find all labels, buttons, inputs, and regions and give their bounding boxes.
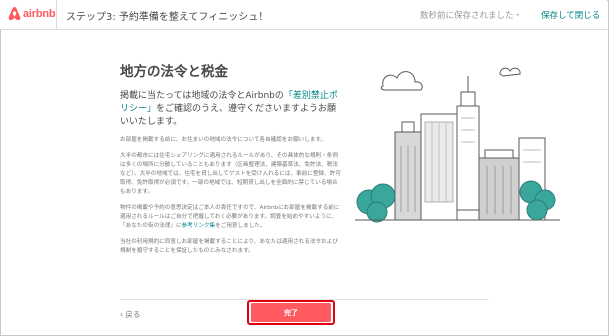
airbnb-logo[interactable]: airbnb [8,6,56,21]
paragraph-1: お部屋を掲載する前に、お住まいの地域の法令について各自確認をお願いします。 [120,137,327,143]
done-button-label: 完了 [284,308,298,317]
city-buildings-illustration [355,67,560,223]
page-title: 地方の法令と税金 [120,64,228,80]
back-link[interactable]: ‹ 戻る [120,309,140,320]
saved-status: 数秒前に保存されました・ [420,11,523,21]
reference-links-link[interactable]: 参考リンク集 [182,223,216,229]
paragraph-2: 大半の都市には住宅シェアリングに適用されるルールがあり、その具体的な規則・条例は… [120,153,341,195]
done-button[interactable]: 完了 [251,303,331,322]
airbnb-logo-icon [8,7,21,21]
lead-text-part1: 掲載に当たっては地域の法令とAirbnbの [120,91,284,101]
paragraph-3: 物件の掲載や予約の意思決定はご本人の責任ですので、Airbnbにお部屋を掲載する… [120,204,342,231]
lead-text: 掲載に当たっては地域の法令とAirbnbの「差別禁止ポリシー」をご確認のうえ、遵… [120,90,342,129]
paragraph-3-part2: をご用意しました。 [215,223,266,229]
paragraph-4: 当社の利用規約に同意しお部屋を掲載することにより、あなたは適用される法令および規… [120,239,338,254]
top-bar: airbnb ステップ3: 予約準備を整えてフィニッシュ！ 数秒前に保存されまし… [0,0,607,30]
save-and-close-link[interactable]: 保存して閉じる [541,9,600,21]
main-content: 地方の法令と税金 掲載に当たっては地域の法令とAirbnbの「差別禁止ポリシー」… [120,60,342,256]
city-illustration [355,62,560,238]
header-divider [56,0,57,29]
logo-text: airbnb [23,7,56,20]
step-title: ステップ3: 予約準備を整えてフィニッシュ！ [66,12,269,23]
